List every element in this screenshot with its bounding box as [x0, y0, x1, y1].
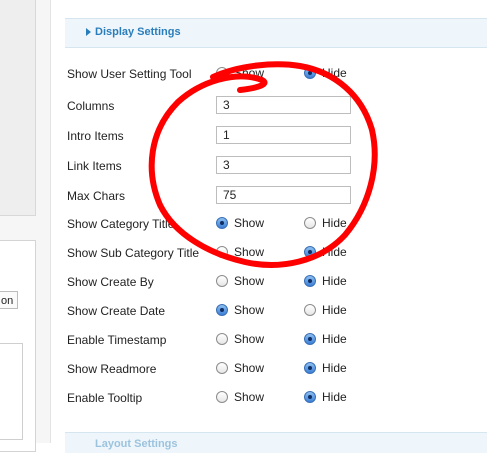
- left-button-fragment[interactable]: on: [0, 291, 18, 309]
- setting-label: Intro Items: [67, 129, 124, 143]
- setting-row-max-chars: Max Chars 75: [67, 186, 467, 206]
- left-panel-top: [0, 0, 36, 216]
- setting-label: Show Sub Category Title: [67, 246, 200, 260]
- setting-row-sub-category-title: Show Sub Category Title Show Hide: [67, 245, 347, 260]
- setting-label: Columns: [67, 99, 115, 113]
- radio-button-checked[interactable]: [304, 333, 316, 345]
- radio-button[interactable]: [216, 391, 228, 403]
- setting-label: Show Create Date: [67, 304, 166, 318]
- radio-button[interactable]: [216, 246, 228, 258]
- radio-button-checked[interactable]: [304, 391, 316, 403]
- setting-label: Show Category Title: [67, 217, 175, 231]
- radio-button-checked[interactable]: [304, 275, 316, 287]
- section-title: Display Settings: [95, 26, 181, 38]
- setting-label: Enable Tooltip: [67, 391, 143, 405]
- setting-row-intro-items: Intro Items 1: [67, 126, 467, 146]
- setting-row-readmore: Show Readmore Show Hide: [67, 361, 347, 376]
- panel-divider: [50, 0, 51, 443]
- setting-row-timestamp: Enable Timestamp Show Hide: [67, 332, 347, 347]
- setting-row-create-by: Show Create By Show Hide: [67, 274, 347, 289]
- radio-button[interactable]: [304, 304, 316, 316]
- setting-row-link-items: Link Items 3: [67, 156, 467, 176]
- link-items-input[interactable]: 3: [216, 156, 351, 174]
- radio-button-checked[interactable]: [304, 362, 316, 374]
- section-title-footer: Layout Settings: [95, 438, 178, 450]
- radio-button-checked[interactable]: [304, 67, 316, 79]
- columns-input[interactable]: 3: [216, 96, 351, 114]
- setting-row-category-title: Show Category Title Show Hide: [67, 216, 347, 231]
- setting-label: Show User Setting Tool: [67, 67, 192, 81]
- radio-button[interactable]: [216, 362, 228, 374]
- radio-button[interactable]: [216, 275, 228, 287]
- intro-items-input[interactable]: 1: [216, 126, 351, 144]
- radio-button-checked[interactable]: [304, 246, 316, 258]
- radio-button[interactable]: [304, 217, 316, 229]
- setting-label: Show Create By: [67, 275, 154, 289]
- radio-button-checked[interactable]: [216, 304, 228, 316]
- setting-label: Max Chars: [67, 189, 126, 203]
- left-inner-box: [0, 343, 23, 440]
- setting-label: Enable Timestamp: [67, 333, 167, 347]
- setting-row-create-date: Show Create Date Show Hide: [67, 303, 347, 318]
- radio-button-checked[interactable]: [216, 217, 228, 229]
- setting-label: Show Readmore: [67, 362, 157, 376]
- setting-row-tooltip: Enable Tooltip Show Hide: [67, 390, 347, 405]
- setting-row-columns: Columns 3: [67, 96, 467, 116]
- setting-label: Link Items: [67, 159, 122, 173]
- expand-arrow-icon: [86, 28, 91, 36]
- display-settings-header[interactable]: Display Settings: [65, 18, 487, 48]
- radio-button[interactable]: [216, 333, 228, 345]
- radio-button[interactable]: [216, 67, 228, 79]
- setting-row-user-setting-tool: Show User Setting Tool Show Hide: [67, 66, 347, 81]
- max-chars-input[interactable]: 75: [216, 186, 351, 204]
